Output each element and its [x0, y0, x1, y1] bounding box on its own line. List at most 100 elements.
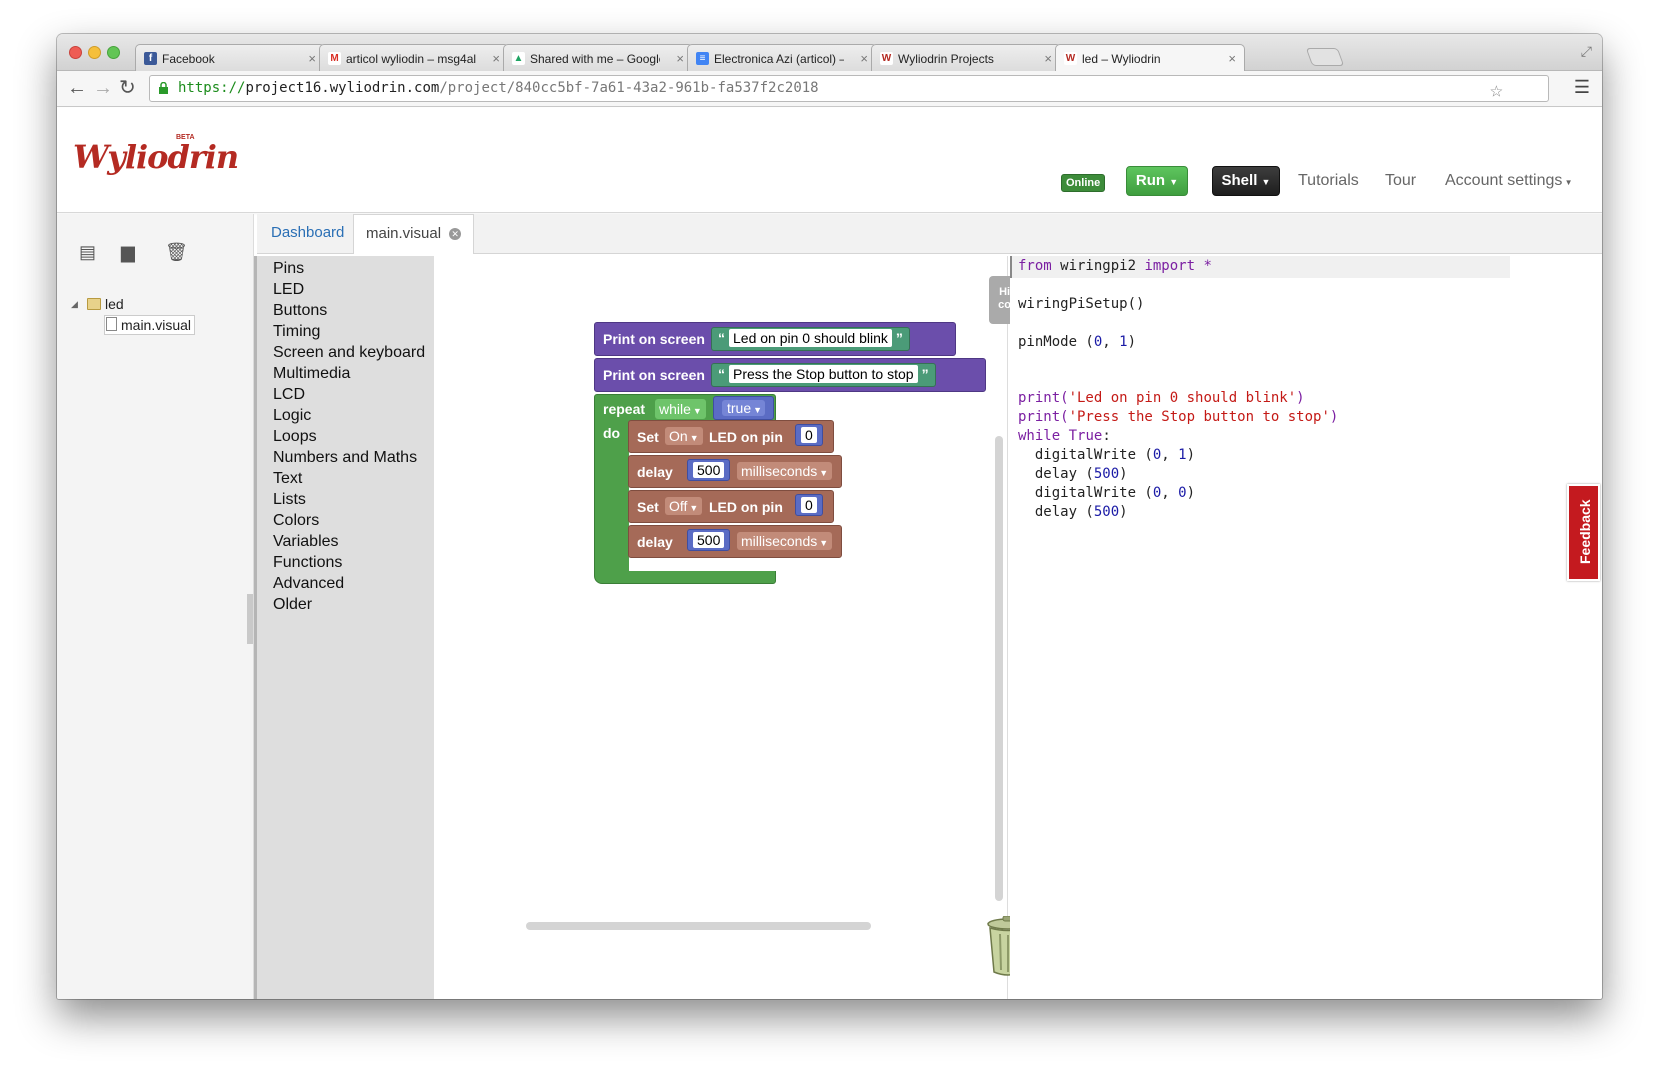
set-label: Set: [637, 499, 659, 515]
toolbox-category[interactable]: LCD: [273, 386, 305, 404]
nav-tutorials[interactable]: Tutorials: [1298, 172, 1359, 190]
browser-tab-gmail[interactable]: M articol wyliodin – msg4ale ×: [319, 44, 509, 71]
back-arrow-icon[interactable]: ←: [67, 76, 87, 100]
nav-account-settings[interactable]: Account settings ▼: [1445, 172, 1573, 190]
run-button-label: Run: [1135, 172, 1166, 189]
address-bar[interactable]: https://project16.wyliodrin.com/project/…: [149, 75, 1549, 103]
browser-tab-label: Shared with me – Google: [530, 52, 660, 66]
set-led-on-block[interactable]: Set On ▼ LED on pin 0: [628, 420, 834, 453]
toolbox-category[interactable]: Loops: [273, 428, 317, 446]
close-tab-icon[interactable]: ✕: [449, 228, 462, 241]
close-icon[interactable]: ×: [308, 51, 316, 66]
browser-menu-icon[interactable]: ☰: [1574, 77, 1590, 98]
run-button[interactable]: Run ▼: [1126, 166, 1188, 196]
nav-tour[interactable]: Tour: [1385, 172, 1416, 190]
delay-value[interactable]: 500: [693, 532, 725, 548]
browser-tab-facebook[interactable]: f Facebook ×: [135, 44, 325, 71]
panel-splitter[interactable]: [247, 594, 253, 644]
browser-tab-led[interactable]: W led – Wyliodrin ×: [1055, 44, 1245, 72]
toolbox-category[interactable]: Numbers and Maths: [273, 449, 417, 467]
browser-tab-docs[interactable]: ≡ Electronica Azi (articol) – C ×: [687, 44, 877, 71]
delay-block-1[interactable]: delay 500 milliseconds ▼: [628, 455, 842, 488]
new-folder-icon[interactable]: ▆: [121, 242, 135, 263]
delete-icon[interactable]: 🗑: [165, 242, 188, 263]
pin-number-block[interactable]: 0: [795, 494, 823, 516]
browser-tab-label: Facebook: [162, 52, 215, 66]
string-block[interactable]: “Led on pin 0 should blink”: [711, 327, 910, 351]
pin-value[interactable]: 0: [801, 497, 817, 513]
pin-value[interactable]: 0: [801, 427, 817, 443]
true-block[interactable]: true ▼: [713, 396, 775, 420]
toolbox-category[interactable]: Timing: [273, 323, 320, 341]
workspace-horizontal-scrollbar[interactable]: [526, 922, 871, 930]
do-label: do: [603, 425, 621, 441]
delay-block-2[interactable]: delay 500 milliseconds ▼: [628, 525, 842, 558]
forward-arrow-icon[interactable]: →: [93, 76, 113, 100]
code-line: delay (500): [1018, 466, 1128, 482]
tree-folder-led[interactable]: led: [105, 296, 124, 312]
string-block[interactable]: “Press the Stop button to stop”: [711, 363, 936, 387]
code-token: 1: [1178, 447, 1187, 463]
close-icon[interactable]: ×: [1228, 51, 1236, 66]
code-token: 1: [1119, 334, 1128, 350]
tab-main-visual[interactable]: main.visual ✕: [353, 214, 475, 254]
browser-tab-label: Wyliodrin Projects: [898, 52, 994, 66]
wyliodrin-logo[interactable]: Wyliodrin BETA: [73, 134, 239, 188]
toolbox-category[interactable]: Text: [273, 470, 302, 488]
print-block-1[interactable]: Print on screen “Led on pin 0 should bli…: [594, 322, 956, 356]
toolbox-category[interactable]: Multimedia: [273, 365, 350, 383]
code-line: print('Press the Stop button to stop'): [1018, 409, 1338, 425]
delay-number-block[interactable]: 500: [687, 529, 731, 551]
string-value[interactable]: Press the Stop button to stop: [729, 365, 918, 383]
tab-dashboard[interactable]: Dashboard: [271, 224, 344, 241]
delay-number-block[interactable]: 500: [687, 459, 731, 481]
time-unit-dropdown[interactable]: milliseconds ▼: [737, 462, 833, 480]
toolbox-category[interactable]: Buttons: [273, 302, 327, 320]
toolbox-category[interactable]: Colors: [273, 512, 319, 530]
tree-expand-icon[interactable]: ◢: [71, 299, 78, 310]
toolbox-category[interactable]: Variables: [273, 533, 339, 551]
toolbox-category[interactable]: LED: [273, 281, 304, 299]
close-icon[interactable]: ×: [492, 51, 500, 66]
toolbox-category[interactable]: Screen and keyboard: [273, 344, 425, 362]
toolbox-category[interactable]: Logic: [273, 407, 311, 425]
new-tab-button[interactable]: [1305, 48, 1345, 66]
code-token: digitalWrite (: [1018, 447, 1153, 463]
time-unit-label: milliseconds: [741, 463, 818, 479]
workspace-vertical-scrollbar[interactable]: [995, 436, 1003, 901]
print-block-2[interactable]: Print on screen “Press the Stop button t…: [594, 358, 986, 392]
toolbox-category[interactable]: Pins: [273, 260, 304, 278]
while-dropdown[interactable]: while ▼: [655, 399, 706, 419]
tree-file-main-visual[interactable]: main.visual: [104, 315, 196, 335]
true-dropdown[interactable]: true ▼: [722, 400, 766, 416]
delay-value[interactable]: 500: [693, 462, 725, 478]
close-icon[interactable]: ×: [676, 51, 684, 66]
zoom-window-button[interactable]: [107, 46, 120, 59]
shell-button[interactable]: Shell ▼: [1212, 166, 1280, 196]
toolbox-category[interactable]: Advanced: [273, 575, 344, 593]
close-icon[interactable]: ×: [1044, 51, 1052, 66]
editor-tabs: Dashboard main.visual ✕: [257, 214, 1602, 254]
on-off-dropdown[interactable]: On ▼: [665, 427, 703, 445]
time-unit-dropdown[interactable]: milliseconds ▼: [737, 532, 833, 550]
toolbox-category[interactable]: Lists: [273, 491, 306, 509]
browser-tab-projects[interactable]: W Wyliodrin Projects ×: [871, 44, 1061, 71]
fullscreen-icon[interactable]: ⤢: [1581, 43, 1592, 60]
toolbox-category[interactable]: Functions: [273, 554, 342, 572]
string-value[interactable]: Led on pin 0 should blink: [729, 329, 892, 347]
set-led-off-block[interactable]: Set Off ▼ LED on pin 0: [628, 490, 834, 523]
minimize-window-button[interactable]: [88, 46, 101, 59]
code-panel[interactable]: from wiringpi2 import * wiringPiSetup() …: [1010, 256, 1510, 999]
delay-label: delay: [637, 534, 673, 550]
new-file-icon[interactable]: ▤: [79, 242, 96, 263]
code-token: ): [1119, 504, 1128, 520]
on-off-dropdown[interactable]: Off ▼: [665, 497, 703, 515]
close-icon[interactable]: ×: [860, 51, 868, 66]
close-window-button[interactable]: [69, 46, 82, 59]
browser-tab-drive[interactable]: ▲ Shared with me – Google ×: [503, 44, 693, 71]
reload-icon[interactable]: ↻: [119, 76, 136, 100]
bookmark-star-icon[interactable]: ☆: [1490, 78, 1503, 103]
pin-number-block[interactable]: 0: [795, 424, 823, 446]
toolbox-category[interactable]: Older: [273, 596, 312, 614]
feedback-button[interactable]: Feedback: [1567, 484, 1600, 581]
